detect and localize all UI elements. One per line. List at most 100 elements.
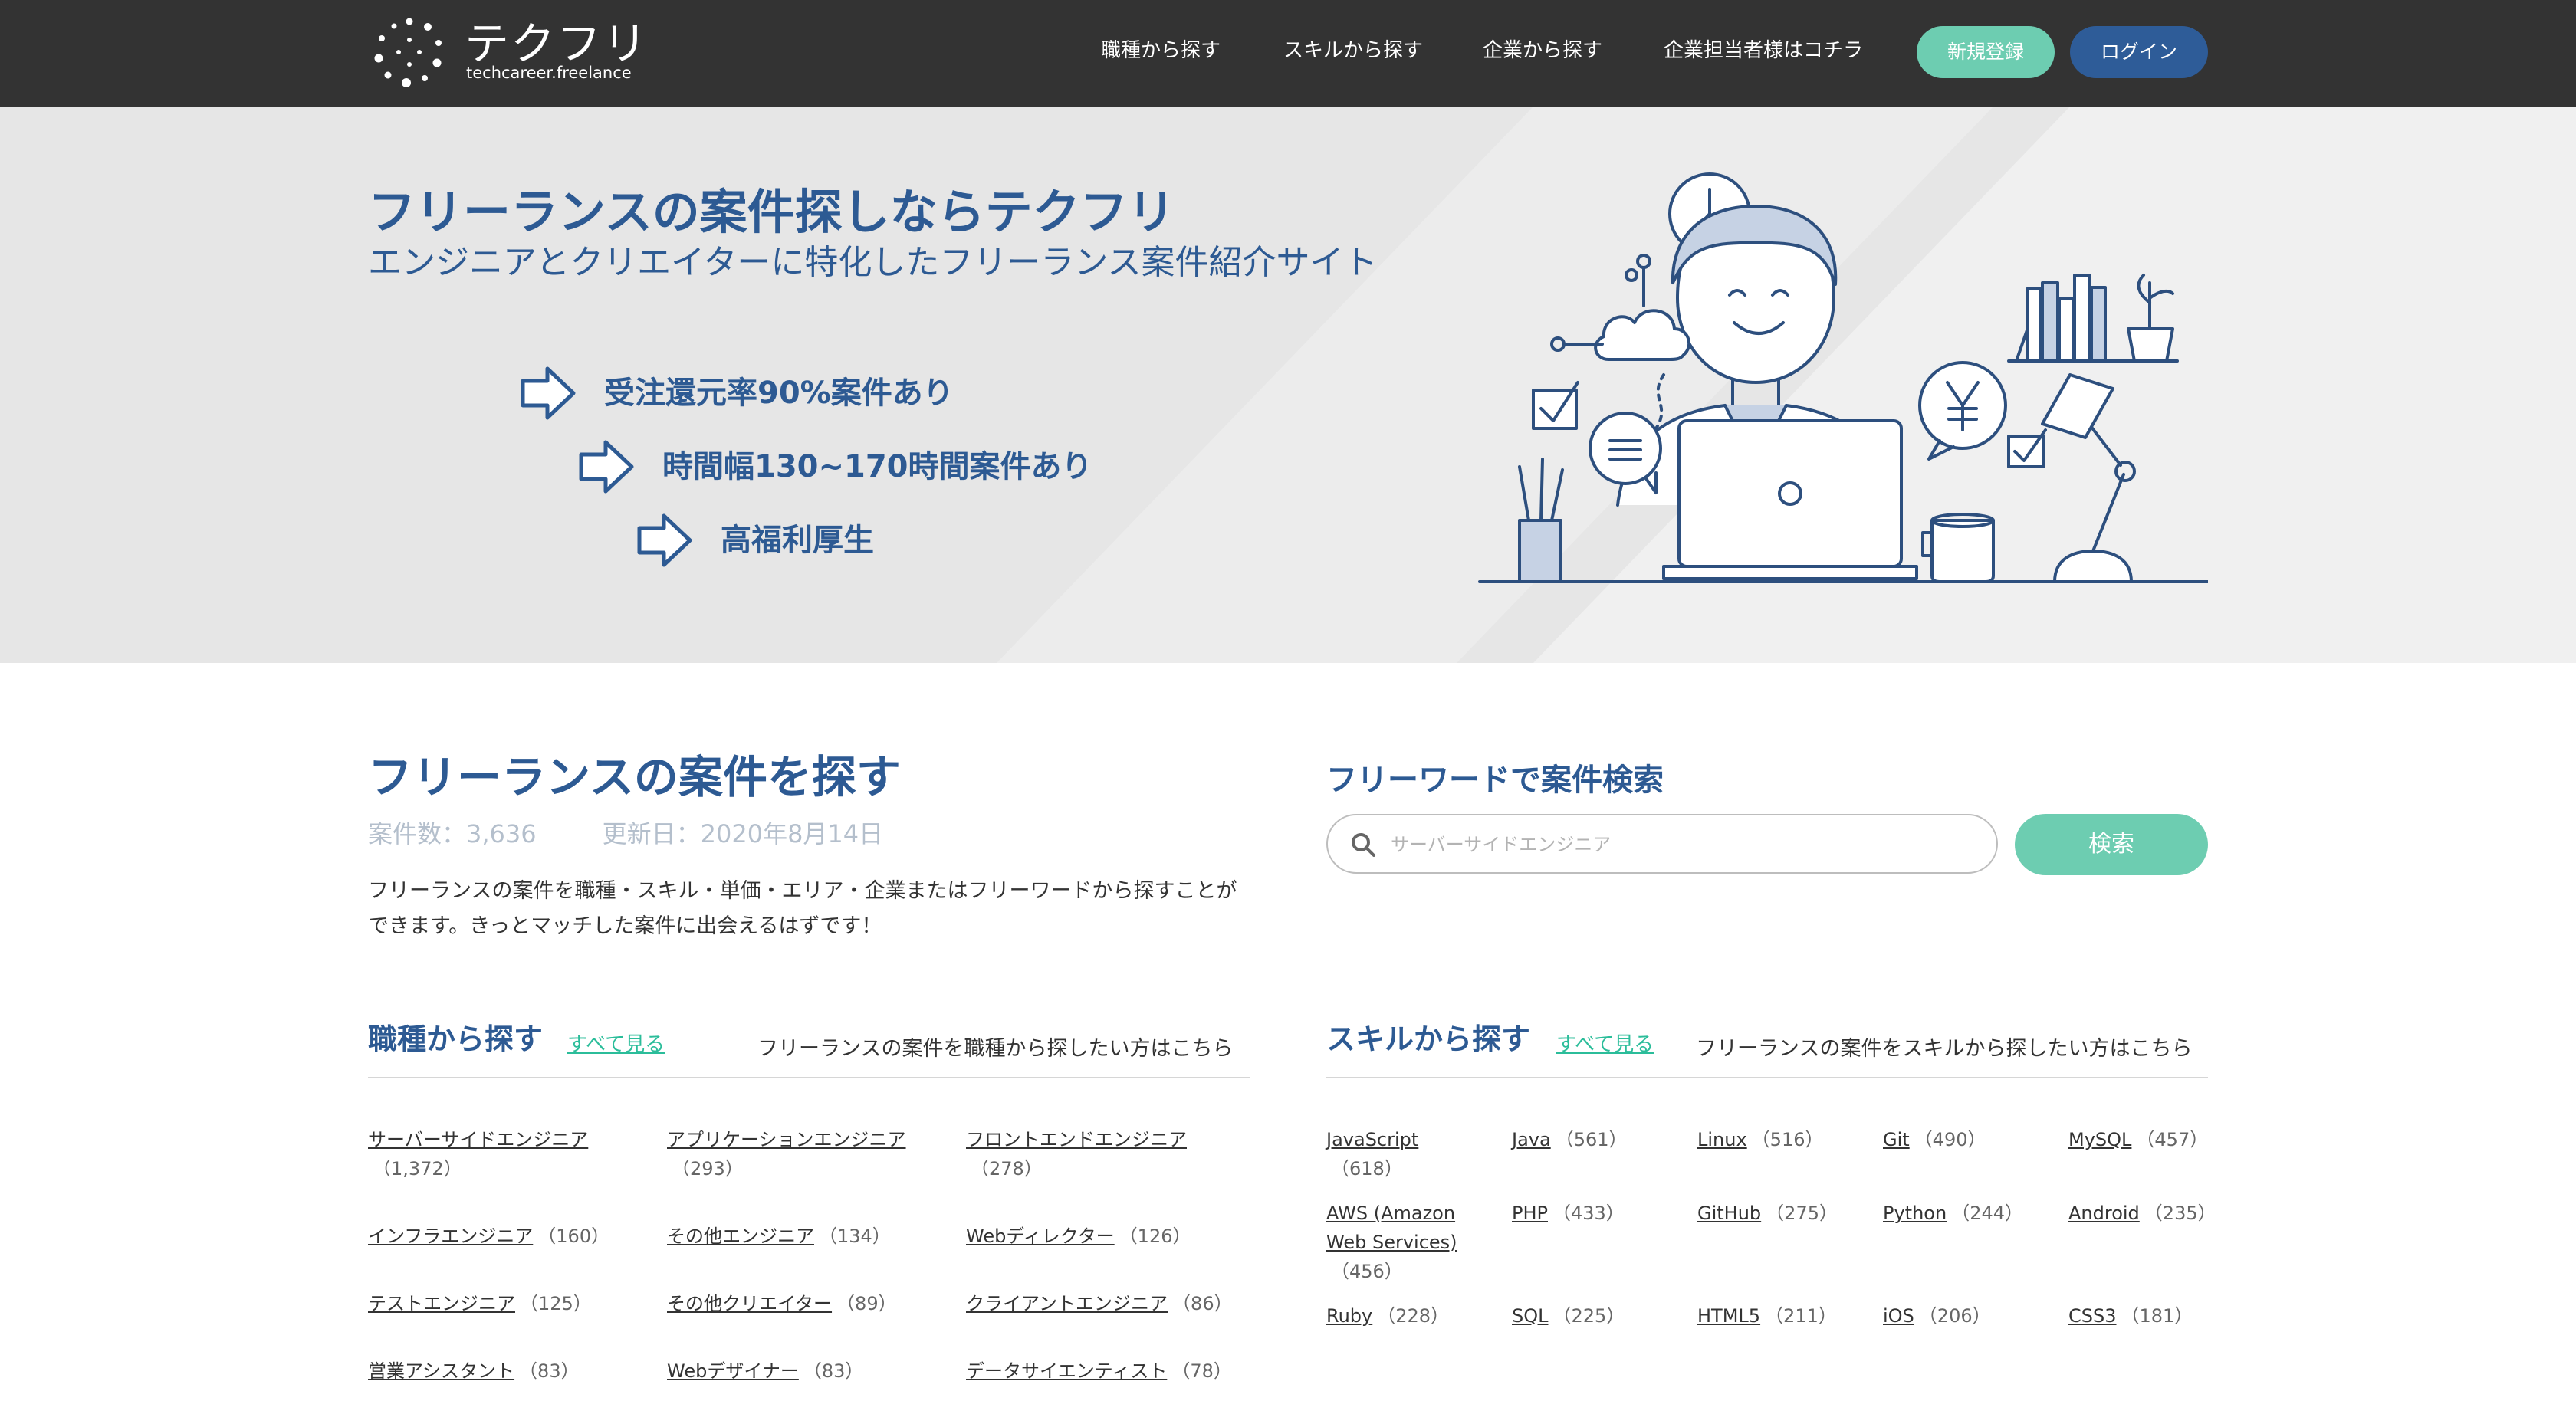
search-button[interactable]: 検索 (2015, 814, 2208, 875)
skills-title: スキルから探す (1326, 1022, 1531, 1056)
category-link[interactable]: インフラエンジニア （160） (368, 1222, 644, 1251)
login-button[interactable]: ログイン (2070, 26, 2208, 78)
category-link[interactable]: テストエンジニア （125） (368, 1289, 644, 1318)
category-link[interactable]: Webディレクター （126） (966, 1222, 1242, 1251)
category-label: データサイエンティスト (966, 1360, 1168, 1382)
section-description: フリーランスの案件を職種・スキル・単価・エリア・企業またはフリーワードから探すこ… (368, 879, 1237, 938)
category-link[interactable]: SQL （225） (1512, 1301, 1665, 1330)
bookshelf-icon (2007, 274, 2179, 363)
category-link[interactable]: PHP （433） (1512, 1199, 1665, 1228)
category-count: （457） (2136, 1129, 2209, 1150)
category-link[interactable]: iOS （206） (1883, 1301, 2036, 1330)
category-count: （490） (1914, 1129, 1986, 1150)
category-label: GitHub (1697, 1202, 1762, 1224)
category-label: 営業アシスタント (368, 1360, 515, 1382)
category-label: Webデザイナー (667, 1360, 799, 1382)
category-link[interactable]: その他クリエイター （89） (667, 1289, 943, 1318)
category-label: その他クリエイター (667, 1293, 833, 1314)
category-label: クライアントエンジニア (966, 1293, 1168, 1314)
category-link[interactable]: MySQL （457） (2068, 1125, 2222, 1154)
job-meta: 案件数：3,636 更新日：2020年8月14日 (368, 817, 883, 851)
category-label: インフラエンジニア (368, 1225, 534, 1247)
category-link[interactable]: JavaScript （618） (1326, 1125, 1480, 1183)
skills-description: フリーランスの案件をスキルから探したい方はこちら (1696, 1037, 2193, 1061)
category-label: MySQL (2068, 1129, 2132, 1150)
logo-dots-icon (374, 18, 442, 87)
category-label: その他エンジニア (667, 1225, 814, 1247)
category-count: （561） (1555, 1129, 1628, 1150)
category-link[interactable]: HTML5 （211） (1697, 1301, 1851, 1330)
cloud-icon (1550, 254, 1691, 361)
category-label: Android (2068, 1202, 2140, 1224)
search-field[interactable] (1326, 814, 1998, 874)
job-count: 案件数：3,636 (368, 819, 537, 848)
feature-item-welfare: 高福利厚生 (635, 510, 1095, 571)
brand-logo[interactable]: テクフリ techcareer.freelance (371, 14, 647, 90)
category-link[interactable]: Python （244） (1883, 1199, 2036, 1228)
feature-label: 時間幅130~170時間案件あり (662, 449, 1092, 484)
category-label: アプリケーションエンジニア (667, 1129, 906, 1150)
updated-date: 更新日：2020年8月14日 (602, 819, 884, 848)
category-count: （134） (819, 1225, 891, 1247)
skills-see-all-link[interactable]: すべて見る (1556, 1029, 1654, 1057)
category-link[interactable]: Ruby （228） (1326, 1301, 1480, 1330)
nav-company[interactable]: 企業から探す (1483, 0, 1602, 107)
category-link[interactable]: Linux （516） (1697, 1125, 1851, 1154)
category-count: （433） (1552, 1202, 1625, 1224)
category-label: サーバーサイドエンジニア (368, 1129, 589, 1150)
category-link[interactable]: CSS3 （181） (2068, 1301, 2222, 1330)
category-count: （83） (519, 1360, 580, 1382)
category-count: （516） (1751, 1129, 1824, 1150)
pencil-cup-icon (1518, 458, 1564, 583)
category-label: JavaScript (1326, 1129, 1419, 1150)
category-link[interactable]: その他エンジニア （134） (667, 1222, 943, 1251)
category-link[interactable]: 営業アシスタント （83） (368, 1357, 644, 1386)
freelancer-illustration (1478, 172, 2208, 583)
job-types-see-all-link[interactable]: すべて見る (567, 1029, 665, 1057)
category-link[interactable]: AWS (Amazon Web Services) （456） (1326, 1199, 1480, 1286)
category-count: （211） (1765, 1305, 1837, 1327)
category-label: フロントエンドエンジニア (966, 1129, 1187, 1150)
category-link[interactable]: サーバーサイドエンジニア （1,372） (368, 1125, 644, 1183)
section-title-search: フリーランスの案件を探す (368, 751, 901, 803)
category-link[interactable]: Webデザイナー （83） (667, 1357, 943, 1386)
category-link[interactable]: アプリケーションエンジニア （293） (667, 1125, 943, 1183)
nav-for-companies[interactable]: 企業担当者様はコチラ (1664, 0, 1863, 107)
yen-bubble-icon (1918, 361, 2007, 461)
category-count: （235） (2144, 1202, 2216, 1224)
nav-skill[interactable]: スキルから探す (1283, 0, 1423, 107)
search-input[interactable] (1389, 823, 1975, 866)
category-link[interactable]: クライアントエンジニア （86） (966, 1289, 1242, 1318)
category-label: テストエンジニア (368, 1293, 515, 1314)
category-link[interactable]: フロントエンドエンジニア （278） (966, 1125, 1242, 1183)
category-label: Python (1883, 1202, 1947, 1224)
brand-subtitle: techcareer.freelance (466, 64, 632, 82)
register-button[interactable]: 新規登録 (1917, 26, 2055, 78)
category-label: Linux (1697, 1129, 1747, 1150)
category-count: （225） (1552, 1305, 1625, 1327)
category-link[interactable]: Java （561） (1512, 1125, 1665, 1154)
category-count: （456） (1331, 1261, 1403, 1282)
category-link[interactable]: データサイエンティスト （78） (966, 1357, 1242, 1386)
category-count: （293） (672, 1158, 744, 1180)
category-label: HTML5 (1697, 1305, 1761, 1327)
category-count: （278） (971, 1158, 1043, 1180)
category-link[interactable]: GitHub （275） (1697, 1199, 1851, 1228)
category-count: （125） (520, 1293, 592, 1314)
category-link[interactable]: Android （235） (2068, 1199, 2222, 1228)
category-count: （78） (1171, 1360, 1232, 1382)
category-link[interactable]: Git （490） (1883, 1125, 2036, 1154)
category-label: Git (1883, 1129, 1910, 1150)
category-count: （160） (537, 1225, 610, 1247)
feature-item-hours: 時間幅130~170時間案件あり (577, 436, 1267, 497)
skills-divider (1326, 1077, 2208, 1078)
mug-icon (1921, 513, 1995, 583)
category-count: （206） (1918, 1305, 1991, 1327)
category-count: （181） (2121, 1305, 2193, 1327)
nav-job-type[interactable]: 職種から探す (1101, 0, 1221, 107)
search-icon (1352, 833, 1375, 857)
job-types-divider (368, 1077, 1250, 1078)
arrow-right-icon (637, 513, 692, 567)
category-count: （1,372） (373, 1158, 462, 1180)
category-count: （89） (836, 1293, 897, 1314)
